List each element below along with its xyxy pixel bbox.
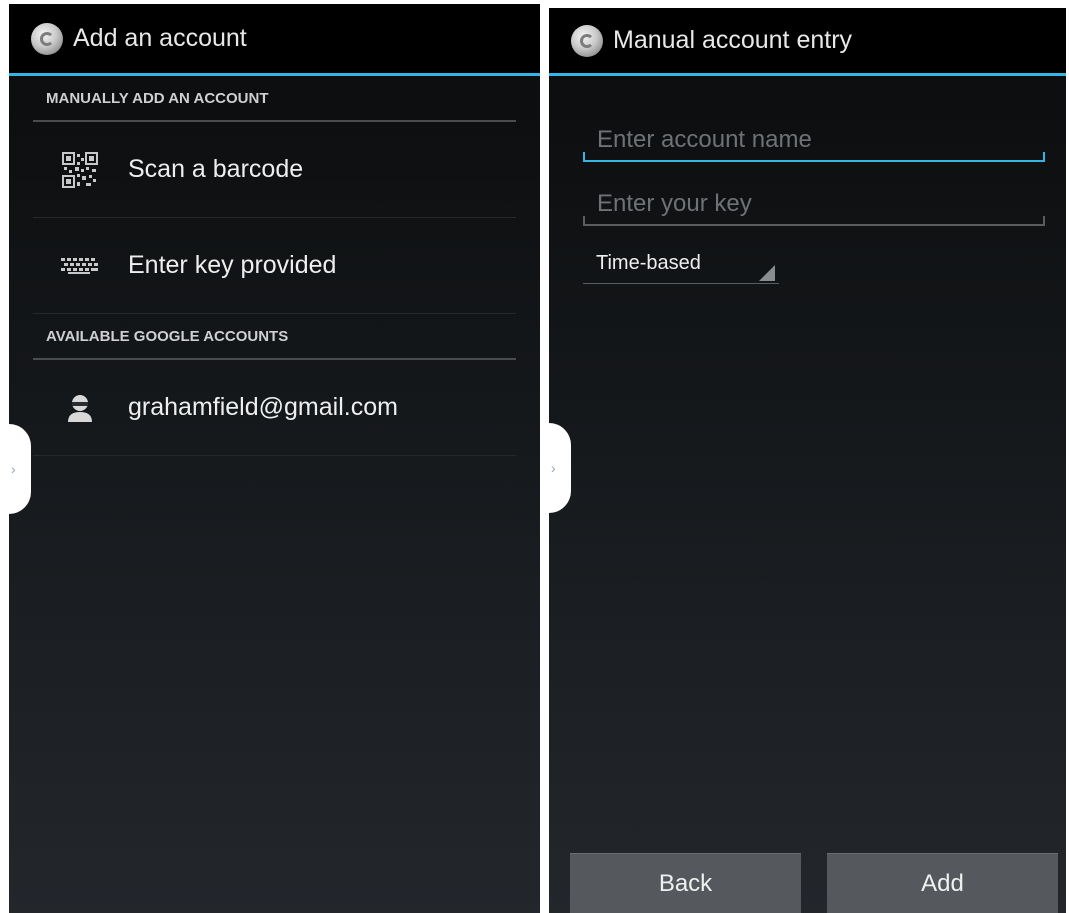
scan-barcode-label: Scan a barcode (128, 155, 304, 183)
scan-barcode-item[interactable]: Scan a barcode (33, 122, 516, 218)
authenticator-app-icon (31, 22, 63, 55)
person-icon (58, 393, 102, 423)
qr-code-icon (58, 151, 102, 188)
page: Add an account MANUALLY ADD AN ACCOUNT S… (0, 0, 1069, 913)
manual-entry-screen: Manual account entry Enter account name … (549, 8, 1066, 913)
key-placeholder: Enter your key (597, 190, 752, 217)
back-button[interactable]: Back (570, 853, 801, 913)
key-type-value: Time-based (596, 252, 701, 274)
key-field[interactable]: Enter your key (583, 180, 1045, 226)
screen-title: Manual account entry (613, 26, 853, 54)
key-type-spinner[interactable]: Time-based (583, 244, 779, 284)
drawer-handle[interactable]: › (9, 424, 31, 514)
account-name-placeholder: Enter account name (597, 126, 812, 153)
action-bar: Add an account (9, 4, 540, 76)
chevron-right-icon: › (551, 460, 556, 476)
add-button[interactable]: Add (827, 853, 1058, 913)
drawer-handle[interactable]: › (549, 423, 571, 513)
section-header-manual: MANUALLY ADD AN ACCOUNT (33, 76, 516, 122)
google-account-label: grahamfield@gmail.com (128, 393, 398, 421)
keyboard-icon (58, 257, 102, 275)
dropdown-arrow-icon (759, 265, 775, 281)
authenticator-app-icon (571, 24, 603, 57)
section-header-google: AVAILABLE GOOGLE ACCOUNTS (33, 314, 516, 360)
google-account-item[interactable]: grahamfield@gmail.com (33, 360, 516, 456)
enter-key-label: Enter key provided (128, 251, 337, 279)
account-name-field[interactable]: Enter account name (583, 116, 1045, 162)
add-account-screen: Add an account MANUALLY ADD AN ACCOUNT S… (9, 4, 540, 913)
chevron-right-icon: › (11, 461, 16, 477)
enter-key-item[interactable]: Enter key provided (33, 218, 516, 314)
screen-title: Add an account (73, 24, 247, 52)
action-bar: Manual account entry (549, 8, 1066, 76)
